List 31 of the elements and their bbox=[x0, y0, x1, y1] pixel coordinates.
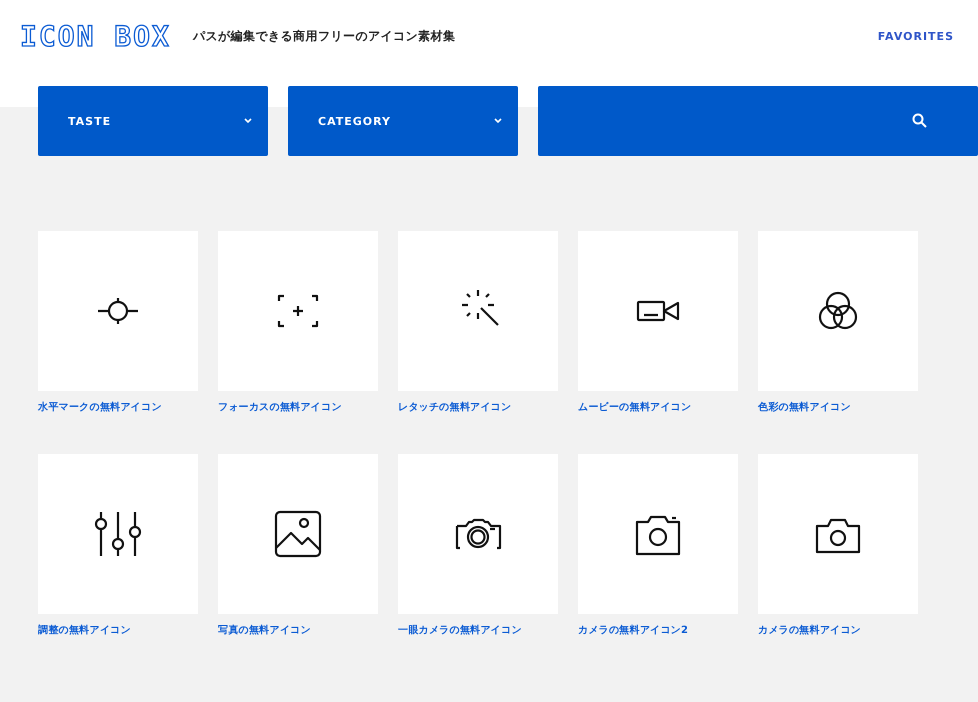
icon-tile[interactable] bbox=[218, 454, 378, 614]
icon-title[interactable]: カメラの無料アイコン2 bbox=[578, 623, 738, 637]
logo[interactable]: ICON BOX bbox=[20, 20, 171, 52]
icon-title[interactable]: 一眼カメラの無料アイコン bbox=[398, 623, 558, 637]
search-icon[interactable] bbox=[912, 113, 928, 129]
icon-title[interactable]: 水平マークの無料アイコン bbox=[38, 400, 198, 414]
icon-title[interactable]: レタッチの無料アイコン bbox=[398, 400, 558, 414]
icon-title[interactable]: 調整の無料アイコン bbox=[38, 623, 198, 637]
chevron-icon bbox=[494, 118, 502, 124]
icon-tile[interactable] bbox=[398, 454, 558, 614]
icon-title[interactable]: フォーカスの無料アイコン bbox=[218, 400, 378, 414]
icon-title[interactable]: カメラの無料アイコン bbox=[758, 623, 918, 637]
tagline: パスが編集できる商用フリーのアイコン素材集 bbox=[192, 28, 456, 44]
chevron-icon bbox=[244, 118, 252, 124]
filter-dropdown[interactable]: TASTE bbox=[38, 86, 268, 156]
icon-tile[interactable] bbox=[398, 231, 558, 391]
filter-dropdown[interactable]: CATEGORY bbox=[288, 86, 518, 156]
icon-tile[interactable] bbox=[758, 454, 918, 614]
nav-link[interactable]: FAVORITES bbox=[878, 30, 954, 42]
icon-title[interactable]: ムービーの無料アイコン bbox=[578, 400, 738, 414]
sliders-icon bbox=[94, 510, 142, 558]
icon-tile[interactable] bbox=[38, 454, 198, 614]
icon-tile[interactable] bbox=[578, 454, 738, 614]
icon-tile[interactable] bbox=[578, 231, 738, 391]
image-icon bbox=[274, 510, 322, 558]
icon-title[interactable]: 色彩の無料アイコン bbox=[758, 400, 918, 414]
icon-tile[interactable] bbox=[218, 231, 378, 391]
icon-title[interactable]: 写真の無料アイコン bbox=[218, 623, 378, 637]
icon-tile[interactable] bbox=[758, 231, 918, 391]
icon-tile[interactable] bbox=[38, 231, 198, 391]
search-field[interactable] bbox=[538, 86, 978, 156]
